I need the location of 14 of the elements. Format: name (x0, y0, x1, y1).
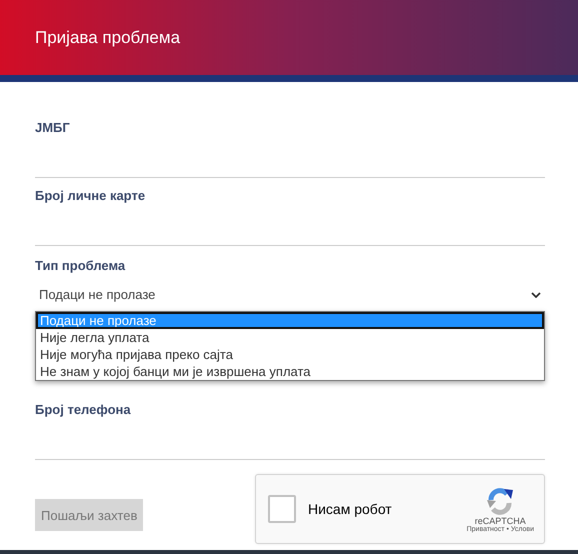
dropdown-option[interactable]: Не знам у којој банци ми је извршена уплата (36, 363, 544, 380)
refresh-arrows-icon (485, 486, 516, 516)
field-label: Тип проблема (35, 258, 126, 273)
dropdown-option[interactable]: Није легла уплата (36, 329, 544, 346)
field-label: Број личне карте (35, 188, 146, 203)
chevron-down-icon (531, 292, 541, 298)
dropdown-option[interactable]: Није могућа пријава преко сајта (36, 346, 544, 363)
captcha-label: Нисам робот (308, 501, 393, 517)
page-title: Пријава проблема (35, 28, 180, 48)
captcha-brand: reCAPTCHA (474, 516, 526, 526)
field-label: ЈМБГ (35, 120, 71, 135)
checkbox[interactable] (268, 495, 296, 523)
select-field[interactable]: Подаци не пролазе (35, 287, 545, 302)
field-label: Број телефона (35, 402, 132, 417)
